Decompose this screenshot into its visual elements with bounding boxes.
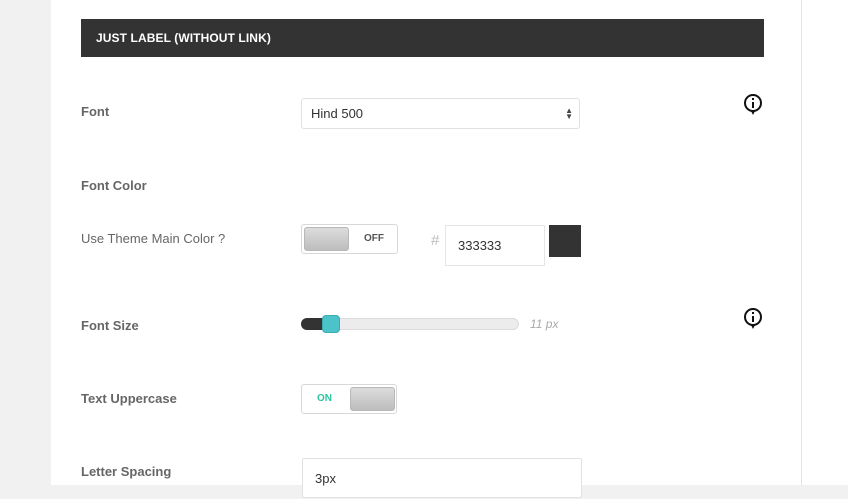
toggle-knob xyxy=(304,227,349,251)
font-select-value: Hind 500 xyxy=(311,106,364,121)
text-uppercase-label: Text Uppercase xyxy=(81,391,177,406)
right-gutter xyxy=(802,0,848,485)
select-arrows-icon: ▲ ▼ xyxy=(565,106,573,121)
toggle-state-text: OFF xyxy=(364,233,384,244)
theme-color-toggle[interactable]: OFF xyxy=(301,224,398,254)
font-size-slider-handle[interactable] xyxy=(322,315,341,333)
letter-spacing-value: 3px xyxy=(315,471,336,486)
letter-spacing-input[interactable]: 3px xyxy=(302,458,582,498)
font-size-label: Font Size xyxy=(81,318,139,333)
letter-spacing-label: Letter Spacing xyxy=(81,464,172,479)
color-hex-value: 333333 xyxy=(458,238,502,253)
section-header: JUST LABEL (WITHOUT LINK) xyxy=(81,19,764,57)
info-icon[interactable] xyxy=(744,94,762,115)
font-size-value: 11 px xyxy=(530,317,559,331)
font-label: Font xyxy=(81,104,110,119)
uppercase-toggle[interactable]: ON xyxy=(301,384,397,414)
info-icon[interactable] xyxy=(744,308,762,329)
toggle-state-text: ON xyxy=(317,393,332,404)
color-hex-input[interactable]: 333333 xyxy=(445,225,545,266)
toggle-knob xyxy=(350,387,395,411)
hash-symbol: # xyxy=(431,232,440,249)
theme-color-label: Use Theme Main Color ? xyxy=(81,231,226,246)
font-select[interactable]: Hind 500 ▲ ▼ xyxy=(301,98,580,129)
font-color-label: Font Color xyxy=(81,178,147,193)
color-swatch[interactable] xyxy=(549,225,581,257)
